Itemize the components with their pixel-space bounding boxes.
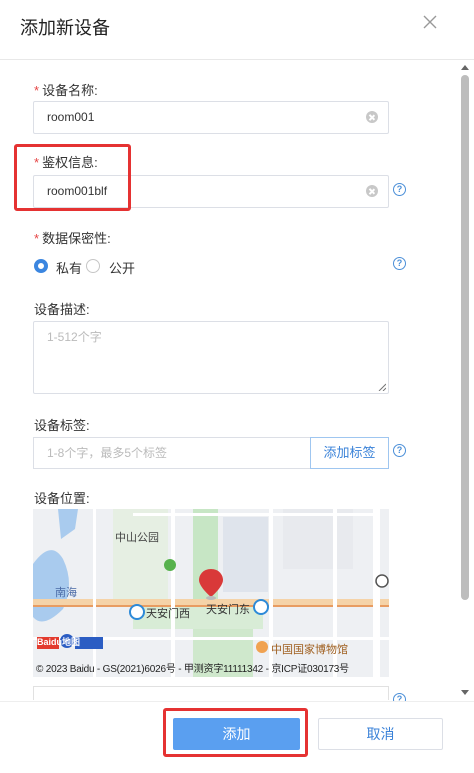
clear-icon[interactable] — [366, 111, 378, 123]
map-label: 天安门东 — [206, 604, 250, 616]
help-icon[interactable]: ? — [393, 693, 406, 701]
map-label: 中山公园 — [115, 532, 159, 544]
device-name-input[interactable]: room001 — [33, 101, 389, 134]
description-placeholder: 1-512个字 — [47, 330, 102, 344]
map-copyright: © 2023 Baidu - GS(2021)6026号 - 甲测资字11111… — [36, 664, 349, 675]
device-name-value: room001 — [47, 110, 95, 124]
radio-public[interactable] — [86, 259, 100, 273]
baidu-logo: Baidu地图 — [37, 637, 81, 647]
map-label: 南海 — [55, 587, 77, 599]
radio-private[interactable] — [34, 259, 48, 273]
radio-public-label: 公开 — [109, 261, 136, 276]
scroll-up-icon[interactable] — [461, 64, 469, 70]
location-label: 设备位置: — [34, 491, 90, 506]
location-map[interactable]: 中山公园 南海 天安门西 天安门东 中国国家博物馆 Baidu地图 © 2023… — [33, 509, 389, 677]
auth-info-value: room001blf — [47, 184, 108, 198]
dialog-body: * 设备名称: room001 * 鉴权信息: room001blf ? * 数据保密… — [0, 61, 474, 701]
resize-grip-icon[interactable] — [378, 383, 386, 391]
map-label: 天安门西 — [146, 608, 190, 620]
help-icon[interactable]: ? — [393, 257, 406, 270]
dialog-title: 添加新设备 — [20, 18, 110, 38]
dialog-header: 添加新设备 — [0, 0, 474, 60]
cancel-button[interactable]: 取消 — [318, 718, 443, 750]
map-label: 中国国家博物馆 — [271, 644, 348, 656]
close-icon[interactable] — [422, 14, 438, 30]
help-icon[interactable]: ? — [393, 444, 406, 457]
map-search-input[interactable] — [33, 686, 389, 700]
device-name-label: * 设备名称: — [34, 83, 98, 98]
description-label: 设备描述: — [34, 302, 90, 317]
privacy-label: * 数据保密性: — [34, 231, 111, 246]
scrollbar-thumb[interactable] — [461, 75, 469, 600]
add-button[interactable]: 添加 — [173, 718, 300, 750]
auth-info-input[interactable]: room001blf — [33, 175, 389, 208]
add-device-dialog: 添加新设备 * 设备名称: room001 * 鉴权信息: room001blf ?… — [0, 0, 474, 773]
radio-private-label: 私有 — [56, 261, 83, 276]
scroll-down-icon[interactable] — [461, 690, 469, 696]
description-textarea[interactable]: 1-512个字 — [33, 321, 389, 394]
clear-icon[interactable] — [366, 185, 378, 197]
auth-info-label: * 鉴权信息: — [34, 155, 98, 170]
help-icon[interactable]: ? — [393, 183, 406, 196]
tag-input[interactable]: 1-8个字，最多5个标签 — [33, 437, 311, 469]
add-tag-button[interactable]: 添加标签 — [310, 437, 389, 469]
tags-label: 设备标签: — [34, 418, 90, 433]
